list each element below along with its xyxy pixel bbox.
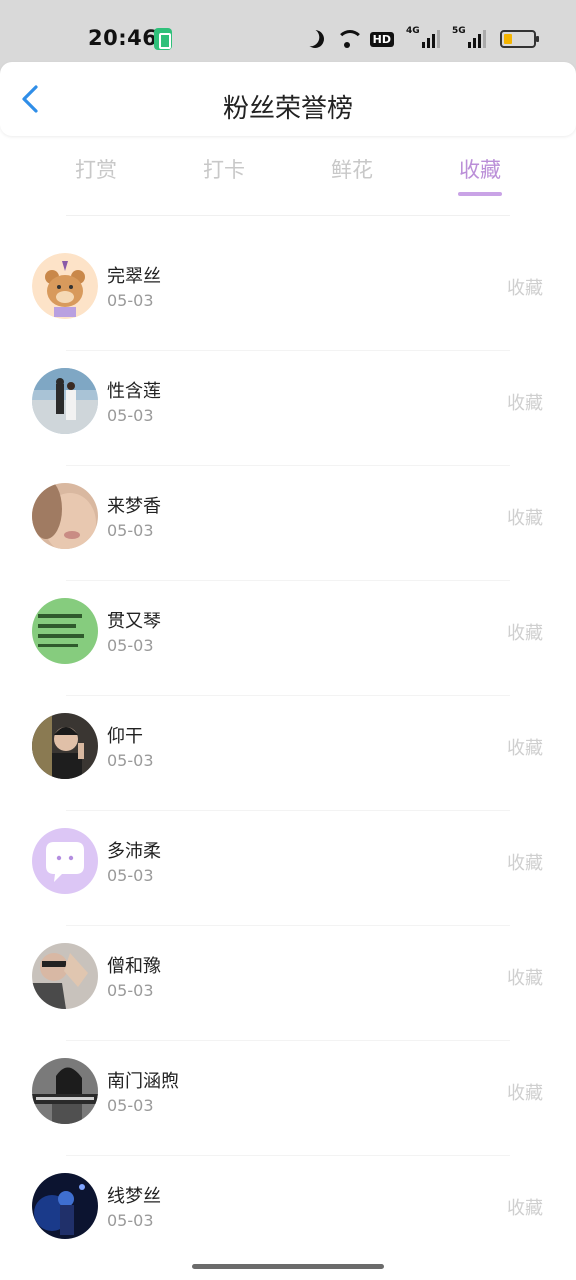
date: 05-03 [107,981,154,1000]
date: 05-03 [107,636,154,655]
date: 05-03 [107,291,154,310]
header: 粉丝荣誉榜 [0,62,576,136]
list-item[interactable]: 多沛柔 05-03 收藏 [0,811,576,926]
date: 05-03 [107,1211,154,1230]
date: 05-03 [107,521,154,540]
list-item[interactable]: 完翠丝 05-03 收藏 [0,236,576,351]
avatar[interactable] [32,1058,98,1124]
user-name: 贯又琴 [107,611,161,632]
user-name: 南门涵煦 [107,1071,179,1092]
favorite-label: 收藏 [507,853,543,874]
moon-icon [303,27,326,50]
tab-checkin[interactable]: 打卡 [176,154,272,184]
list-item[interactable]: 性含莲 05-03 收藏 [0,351,576,466]
favorite-label: 收藏 [507,1198,543,1219]
avatar[interactable] [32,713,98,779]
favorite-label: 收藏 [507,738,543,759]
avatar[interactable] [32,828,98,894]
wifi-icon [335,30,364,48]
favorite-label: 收藏 [507,968,543,989]
tab-flowers[interactable]: 鲜花 [304,154,400,184]
avatar[interactable] [32,483,98,549]
avatar[interactable] [32,598,98,664]
status-icons: HD 4G 5G [294,26,539,52]
avatar[interactable] [32,253,98,319]
favorite-label: 收藏 [507,623,543,644]
chat-bubble-icon [32,828,98,894]
avatar[interactable] [32,1173,98,1239]
date: 05-03 [107,751,154,770]
date: 05-03 [107,866,154,885]
tab-bar: 打赏 打卡 鲜花 收藏 [0,150,576,210]
list-item[interactable]: 南门涵煦 05-03 收藏 [0,1041,576,1156]
user-name: 线梦丝 [107,1186,161,1207]
page: 20:46 HD 4G 5G 粉丝荣誉榜 打赏 打卡 鲜花 收藏 完翠丝 05-… [0,0,576,1280]
signal-5g-icon: 5G [452,26,486,48]
tab-indicator [458,192,502,196]
user-name: 性含莲 [107,381,161,402]
list-item[interactable]: 僧和豫 05-03 收藏 [0,926,576,1041]
divider [66,215,510,216]
favorite-label: 收藏 [507,508,543,529]
home-indicator[interactable] [192,1264,384,1269]
tab-reward[interactable]: 打赏 [48,154,144,184]
favorite-label: 收藏 [507,393,543,414]
list-item[interactable]: 线梦丝 05-03 收藏 [0,1156,576,1271]
avatar[interactable] [32,368,98,434]
user-name: 仰干 [107,726,143,747]
list-item[interactable]: 贯又琴 05-03 收藏 [0,581,576,696]
user-name: 僧和豫 [107,956,161,977]
list-item[interactable]: 来梦香 05-03 收藏 [0,466,576,581]
battery-saver-icon [154,28,172,50]
favorite-label: 收藏 [507,278,543,299]
hd-icon: HD [369,31,394,47]
user-name: 完翠丝 [107,266,161,287]
tab-favorites[interactable]: 收藏 [432,154,528,184]
signal-4g-icon: 4G [406,26,440,48]
user-name: 多沛柔 [107,841,161,862]
page-title: 粉丝荣誉榜 [222,94,353,124]
avatar[interactable] [32,943,98,1009]
fan-list: 完翠丝 05-03 收藏 性含莲 05-03 收藏 来梦香 05-03 收藏 贯… [0,236,576,1271]
favorite-label: 收藏 [507,1083,543,1104]
status-time: 20:46 [88,26,158,50]
battery-icon [500,30,539,48]
list-item[interactable]: 仰干 05-03 收藏 [0,696,576,811]
user-name: 来梦香 [107,496,161,517]
date: 05-03 [107,1096,154,1115]
date: 05-03 [107,406,154,425]
